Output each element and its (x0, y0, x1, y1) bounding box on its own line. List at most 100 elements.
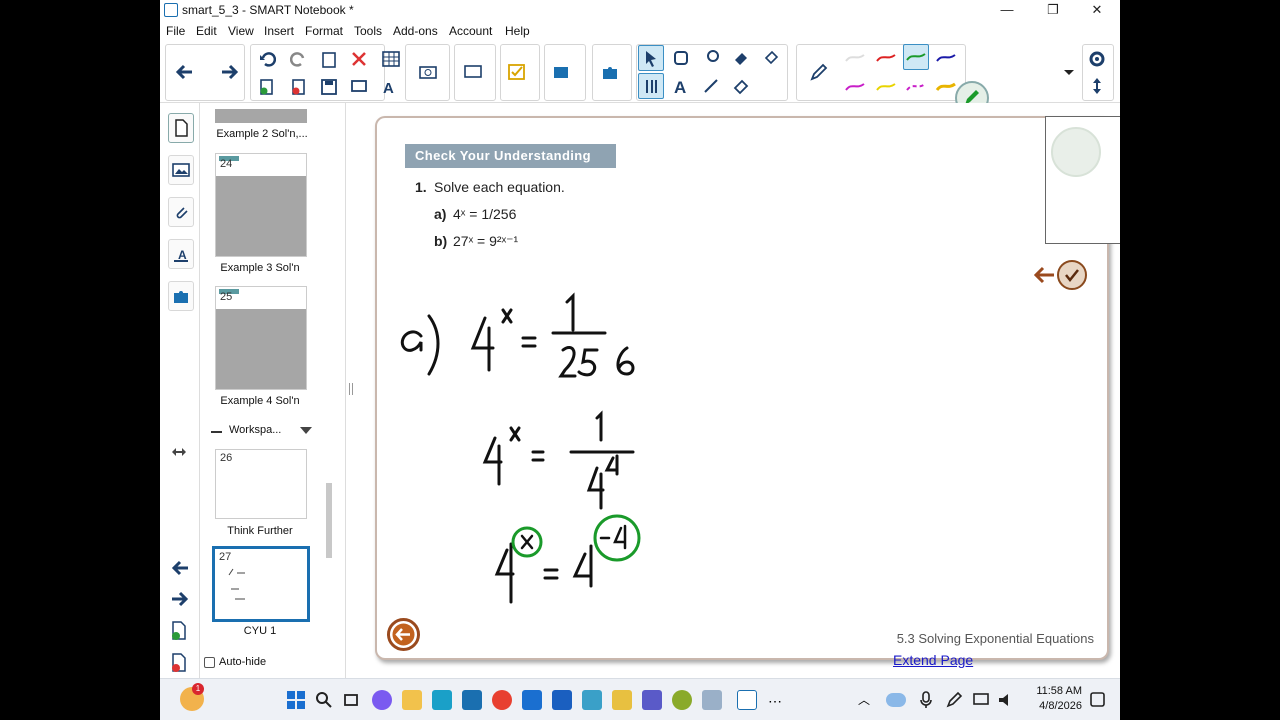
line-tool-button[interactable] (698, 73, 724, 99)
menu-insert[interactable]: Insert (264, 24, 294, 38)
canvas-area[interactable]: Check Your Understanding 1. Solve each e… (355, 103, 1120, 678)
scrollbar-thumb[interactable] (326, 483, 332, 558)
app-icon[interactable] (702, 690, 722, 710)
settings-button[interactable] (1084, 46, 1110, 72)
regular-polygon-button[interactable] (698, 45, 724, 71)
menu-file[interactable]: File (166, 24, 185, 38)
sidebar-prev-page-button[interactable] (169, 558, 191, 583)
outlook-new-icon[interactable] (552, 690, 572, 710)
new-page-button[interactable] (254, 74, 280, 100)
page-thumbnail-26[interactable]: 26 (215, 449, 307, 519)
redo-button[interactable] (286, 46, 312, 72)
text-tool-button[interactable]: A (668, 73, 694, 99)
onedrive-icon[interactable] (886, 693, 906, 707)
pen-color-blue[interactable] (933, 45, 959, 71)
pen-tool-button[interactable] (806, 59, 832, 85)
file-explorer-icon[interactable] (402, 690, 422, 710)
outlook-icon[interactable] (522, 690, 542, 710)
save-button[interactable] (316, 74, 342, 100)
start-button[interactable] (286, 690, 306, 710)
gallery-button[interactable] (597, 59, 623, 85)
pen-dashed-magenta[interactable] (903, 74, 929, 100)
browser-icon[interactable] (672, 690, 692, 710)
tab-gallery[interactable] (168, 155, 194, 185)
smart-notebook-taskbar-icon[interactable] (737, 690, 757, 710)
delete-page-button[interactable] (286, 74, 312, 100)
sidebar-delete-page-button[interactable] (170, 653, 188, 678)
maximize-button[interactable]: ❐ (1038, 1, 1068, 19)
notebook-page[interactable]: Check Your Understanding 1. Solve each e… (375, 116, 1120, 660)
fill-tool-button[interactable] (728, 45, 754, 71)
copilot-icon[interactable] (372, 690, 392, 710)
collapse-group-icon[interactable] (211, 431, 222, 433)
chrome-icon[interactable] (492, 690, 512, 710)
page-thumbnail-27[interactable]: 27 (212, 546, 310, 622)
screen-shade-button[interactable] (346, 74, 372, 100)
eraser-button[interactable] (728, 73, 754, 99)
teams-icon[interactable] (642, 690, 662, 710)
pen-menu-icon[interactable] (944, 690, 964, 710)
tab-addons[interactable] (168, 281, 194, 311)
tab-page-sorter[interactable] (168, 113, 194, 143)
resize-sidebar-handle[interactable] (171, 445, 187, 463)
page-thumbnail[interactable] (215, 109, 307, 123)
snipping-tool-icon[interactable] (582, 690, 602, 710)
pen-color-white[interactable] (842, 45, 868, 71)
pen-color-yellow[interactable] (873, 74, 899, 100)
document-camera-button[interactable] (460, 59, 486, 85)
toolbar-overflow-button[interactable] (1056, 59, 1082, 85)
sidebar-add-page-button[interactable] (170, 621, 188, 646)
paste-button[interactable] (316, 46, 342, 72)
autohide-checkbox[interactable] (204, 657, 215, 668)
text-recognition-button[interactable]: A (378, 74, 404, 100)
chevron-up-icon[interactable]: ︿ (858, 691, 878, 711)
chevron-down-icon[interactable] (300, 427, 312, 435)
menu-help[interactable]: Help (505, 24, 530, 38)
clock[interactable]: 11:58 AM 4/8/2026 (1026, 684, 1082, 714)
next-page-button[interactable] (216, 59, 242, 85)
previous-page-button[interactable] (172, 59, 198, 85)
table-button[interactable] (378, 46, 404, 72)
more-apps-icon[interactable]: ⋯ (768, 693, 788, 713)
minimize-button[interactable]: — (992, 1, 1022, 19)
edge-icon[interactable] (432, 690, 452, 710)
toolbar-position-button[interactable] (1084, 73, 1110, 99)
menu-addons[interactable]: Add-ons (393, 24, 438, 38)
menu-edit[interactable]: Edit (196, 24, 217, 38)
extend-page-link[interactable]: Extend Page (893, 652, 973, 668)
volume-icon[interactable] (996, 690, 1016, 710)
menu-tools[interactable]: Tools (354, 24, 382, 38)
microphone-icon[interactable] (916, 690, 936, 710)
delete-button[interactable] (346, 46, 372, 72)
undo-button[interactable] (254, 46, 280, 72)
close-button[interactable]: ✕ (1082, 1, 1112, 19)
page-thumbnail-25[interactable]: 25 (215, 286, 307, 390)
sorter-scrollbar[interactable] (326, 108, 332, 673)
puzzle-piece-icon (603, 67, 617, 79)
menu-view[interactable]: View (228, 24, 254, 38)
screen-capture-button[interactable] (415, 59, 441, 85)
menu-account[interactable]: Account (449, 24, 492, 38)
tab-attachments[interactable] (168, 197, 194, 227)
pen-color-green[interactable] (903, 44, 929, 70)
shape-tool-button[interactable] (668, 45, 694, 71)
pen-color-red[interactable] (873, 45, 899, 71)
search-button[interactable] (314, 690, 334, 710)
network-icon[interactable] (972, 690, 992, 710)
notification-center-icon[interactable] (1088, 690, 1108, 710)
store-icon[interactable] (462, 690, 482, 710)
paint-bucket-button[interactable] (758, 45, 784, 71)
pen-color-magenta[interactable] (842, 74, 868, 100)
sidebar-next-page-button[interactable] (169, 589, 191, 614)
sidebar-splitter[interactable] (345, 103, 355, 678)
workspace-group-label[interactable]: Workspa... (229, 424, 281, 436)
tab-properties[interactable]: A (168, 239, 194, 269)
measurement-tools-button[interactable] (638, 73, 664, 99)
addon-button[interactable] (548, 59, 574, 85)
page-thumbnail-24[interactable]: 24 (215, 153, 307, 257)
response-button[interactable] (504, 59, 530, 85)
select-tool-button[interactable] (638, 45, 664, 71)
sticky-notes-icon[interactable] (612, 690, 632, 710)
task-view-button[interactable] (342, 690, 362, 710)
menu-format[interactable]: Format (305, 24, 343, 38)
